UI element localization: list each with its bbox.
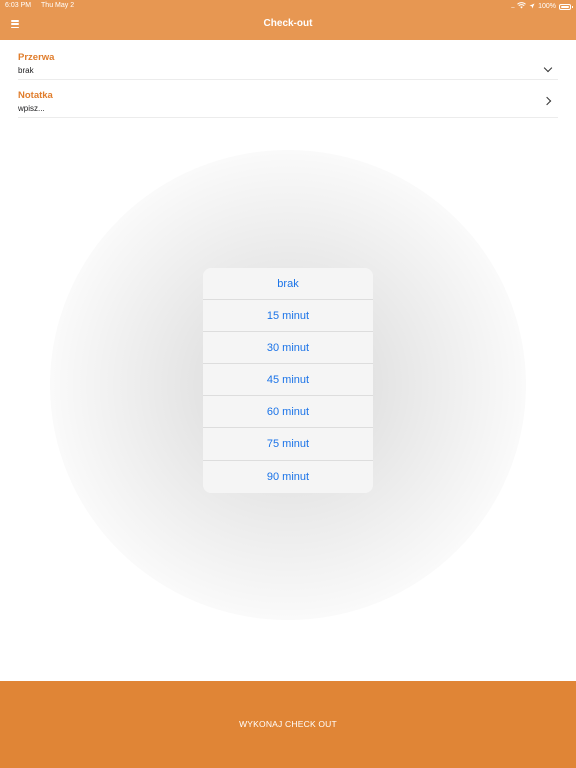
picker-option-75-min[interactable]: 75 minut xyxy=(203,428,373,461)
wifi-icon xyxy=(517,2,526,11)
picker-option-none[interactable]: brak xyxy=(203,268,373,301)
picker-option-30-min[interactable]: 30 minut xyxy=(203,332,373,365)
battery-percent: 100% xyxy=(538,3,556,10)
picker-option-15-min[interactable]: 15 minut xyxy=(203,300,373,333)
status-left: 6:03 PM Thu May 2 xyxy=(5,2,74,9)
checkout-button-label: WYKONAJ CHECK OUT xyxy=(239,719,337,729)
break-duration-picker: brak 15 minut 30 minut 45 minut 60 minut… xyxy=(203,268,373,493)
battery-icon xyxy=(559,3,573,10)
status-bar: 6:03 PM Thu May 2 ..... 100% xyxy=(0,0,576,12)
note-label: Notatka xyxy=(18,90,53,101)
picker-option-90-min[interactable]: 90 minut xyxy=(203,461,373,493)
picker-option-45-min[interactable]: 45 minut xyxy=(203,364,373,397)
note-field[interactable]: Notatka wpisz... xyxy=(18,88,558,118)
chevron-right-icon xyxy=(542,96,552,106)
status-date: Thu May 2 xyxy=(41,2,75,9)
checkout-button[interactable]: WYKONAJ CHECK OUT xyxy=(0,681,576,768)
break-field[interactable]: Przerwa brak xyxy=(18,50,558,80)
page-title: Check-out xyxy=(263,18,313,29)
note-placeholder: wpisz... xyxy=(18,104,45,113)
break-label: Przerwa xyxy=(18,52,55,63)
chevron-down-icon xyxy=(543,63,553,73)
picker-option-60-min[interactable]: 60 minut xyxy=(203,396,373,429)
location-arrow-icon xyxy=(529,3,535,11)
status-right: ..... 100% xyxy=(510,2,573,11)
break-value: brak xyxy=(18,66,34,75)
app-header: 6:03 PM Thu May 2 ..... 100% Check-out xyxy=(0,0,576,40)
status-time: 6:03 PM xyxy=(5,2,32,9)
cellular-signal-icon: ..... xyxy=(510,3,515,10)
